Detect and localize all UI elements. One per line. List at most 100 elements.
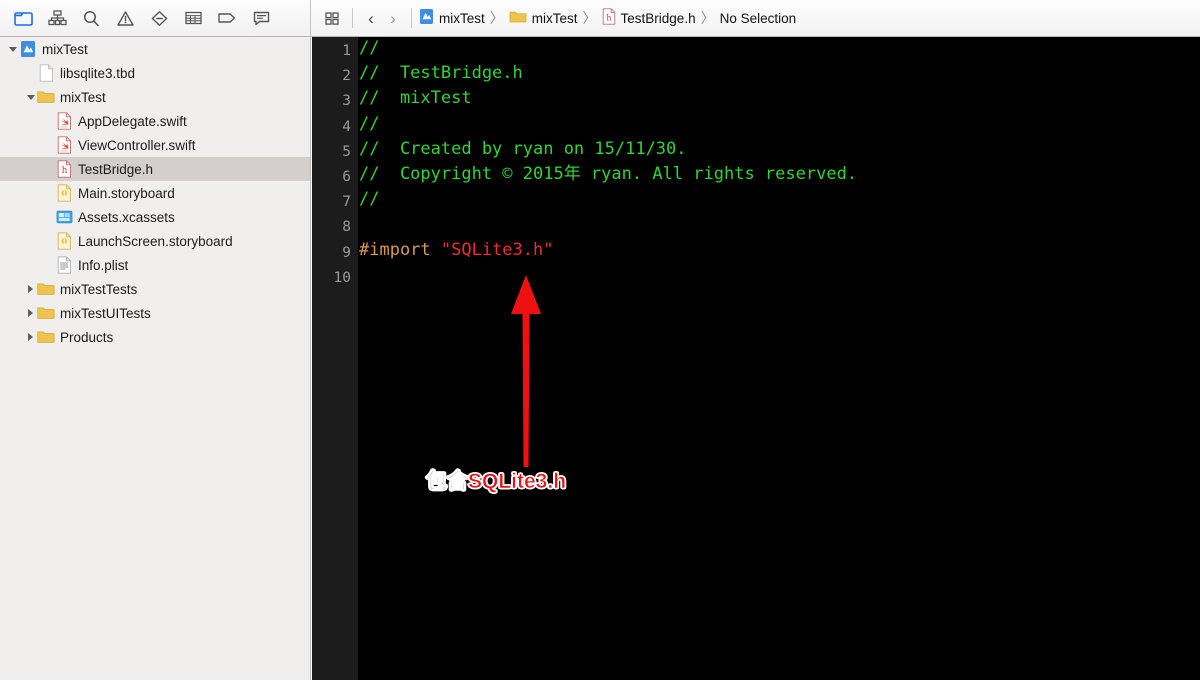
folder-icon [509,9,527,27]
tag-icon[interactable] [210,5,244,31]
breadcrumb-chevron-2: 〉 [582,11,597,27]
sidebar-item-mixtest[interactable]: mixTest [0,85,310,109]
code-token-comment: // mixTest [359,88,472,109]
folder-icon [37,304,55,322]
code-line[interactable]: // [359,115,379,133]
sidebar-item-mixtestuitests[interactable]: mixTestUITests [0,301,310,325]
disclosure-triangle-icon[interactable] [24,325,37,349]
jumpbar-divider-1 [352,8,353,28]
sidebar-item-info-plist[interactable]: Info.plist [0,253,310,277]
disclosure-triangle-icon[interactable] [24,277,37,301]
line-number: 10 [333,269,351,286]
sidebar-item-mixtesttests[interactable]: mixTestTests [0,277,310,301]
sidebar-item-label: libsqlite3.tbd [60,65,136,81]
code-line[interactable]: // [359,191,379,208]
project-navigator[interactable]: mixTest libsqlite3.tbd mixTest AppDelegate.… [0,37,311,680]
line-number: 5 [342,143,351,160]
line-number: 8 [342,219,351,236]
sidebar-item-main-storyboard[interactable]: Main.storyboard [0,181,310,205]
assets-catalog-icon [55,208,73,226]
disclosure-triangle-icon[interactable] [6,37,19,61]
code-line[interactable]: // Created by ryan on 15/11/30. [359,138,687,159]
storyboard-file-icon [55,232,73,250]
sidebar-item-mixtest[interactable]: mixTest [0,37,310,61]
code-token-string: "SQLite3.h" [440,239,554,260]
sidebar-item-label: Main.storyboard [78,185,175,201]
breadcrumb-project-label: mixTest [439,10,485,26]
line-number: 2 [342,68,351,85]
line-number-gutter: 1 2 3 4 5 6 7 8 9 10 [312,37,359,680]
disclosure-triangle-icon[interactable] [24,85,37,109]
sidebar-item-label: mixTest [42,41,88,57]
warning-triangle-icon[interactable] [108,5,142,31]
xcode-project-icon [19,40,37,58]
breadcrumb-chevron-1: 〉 [489,11,504,27]
navigator-selector-bar [0,0,311,36]
disclosure-triangle-icon[interactable] [24,301,37,325]
code-line[interactable]: // [359,40,379,57]
code-area[interactable]: // // TestBridge.h // mixTest // // Created … [359,37,1200,680]
code-line[interactable]: // mixTest [359,90,472,107]
sidebar-item-label: ViewController.swift [78,137,196,153]
sidebar-item-label: LaunchScreen.storyboard [78,233,233,249]
sidebar-item-testbridge-h[interactable]: h TestBridge.h [0,157,310,181]
svg-text:h: h [61,166,67,176]
line-number: 1 [342,43,351,59]
code-token-comment: // Copyright © 2015年 ryan. All rights re… [359,164,858,184]
sidebar-item-label: mixTestTests [60,281,138,297]
folder-icon[interactable] [6,5,40,31]
breadcrumb-project[interactable]: mixTest [419,8,485,28]
breadcrumb-chevron-3: 〉 [700,11,715,27]
svg-text:h: h [606,13,611,22]
sidebar-item-assets-xcassets[interactable]: Assets.xcassets [0,205,310,229]
sidebar-item-viewcontroller-swift[interactable]: ViewController.swift [0,133,310,157]
sidebar-item-label: AppDelegate.swift [78,113,187,129]
code-line[interactable]: // Copyright © 2015年 ryan. All rights re… [359,166,857,183]
breadcrumb-file-label: TestBridge.h [620,10,696,26]
jumpbar-divider-2 [411,8,412,28]
breadcrumb-group-label: mixTest [531,10,578,26]
sidebar-item-appdelegate-swift[interactable]: AppDelegate.swift [0,109,310,133]
code-line[interactable]: #import "SQLite3.h" [359,239,554,260]
sidebar-item-products[interactable]: Products [0,325,310,349]
breadcrumb-group[interactable]: mixTest [509,9,578,27]
line-number: 9 [342,244,351,261]
forward-button[interactable]: › [382,7,404,29]
sidebar-item-label: mixTestUITests [60,305,151,321]
speech-bubble-icon[interactable] [244,5,278,31]
breadcrumb-file[interactable]: h TestBridge.h [602,8,696,28]
breadcrumb-selection[interactable]: No Selection [720,11,797,26]
search-icon[interactable] [74,5,108,31]
sidebar-item-launchscreen-storyboard[interactable]: LaunchScreen.storyboard [0,229,310,253]
breadcrumb-selection-label: No Selection [719,10,797,26]
folder-icon [37,88,55,106]
code-token-preprocessor: #import [359,239,441,260]
related-items-icon[interactable] [319,7,345,29]
code-token-comment: // [359,189,380,210]
table-grid-icon[interactable] [176,5,210,31]
code-token-comment: // TestBridge.h [359,63,523,84]
diamond-minus-icon[interactable] [142,5,176,31]
code-line[interactable]: // TestBridge.h [359,65,523,82]
plist-file-icon [55,256,73,274]
sidebar-item-libsqlite3-tbd[interactable]: libsqlite3.tbd [0,61,310,85]
xcode-window: ‹ › mixTest 〉 mixTest 〉 h TestBridge.h 〉… [0,0,1200,680]
top-toolbar: ‹ › mixTest 〉 mixTest 〉 h TestBridge.h 〉… [0,0,1200,37]
sidebar-item-label: Products [60,329,114,345]
line-number: 6 [342,169,351,185]
folder-icon [37,328,55,346]
xcode-project-icon [419,8,434,28]
blank-document-icon [37,64,55,82]
code-token-comment: // Created by ryan on 15/11/30. [359,138,687,159]
hierarchy-icon[interactable] [40,5,74,31]
back-button[interactable]: ‹ [360,7,382,29]
source-editor[interactable]: 1 2 3 4 5 6 7 8 9 10 //// TestBridge.h// mixTest /… [312,37,1200,680]
storyboard-file-icon [55,184,73,202]
sidebar-item-label: TestBridge.h [78,161,154,177]
sidebar-item-label: Assets.xcassets [78,209,175,225]
